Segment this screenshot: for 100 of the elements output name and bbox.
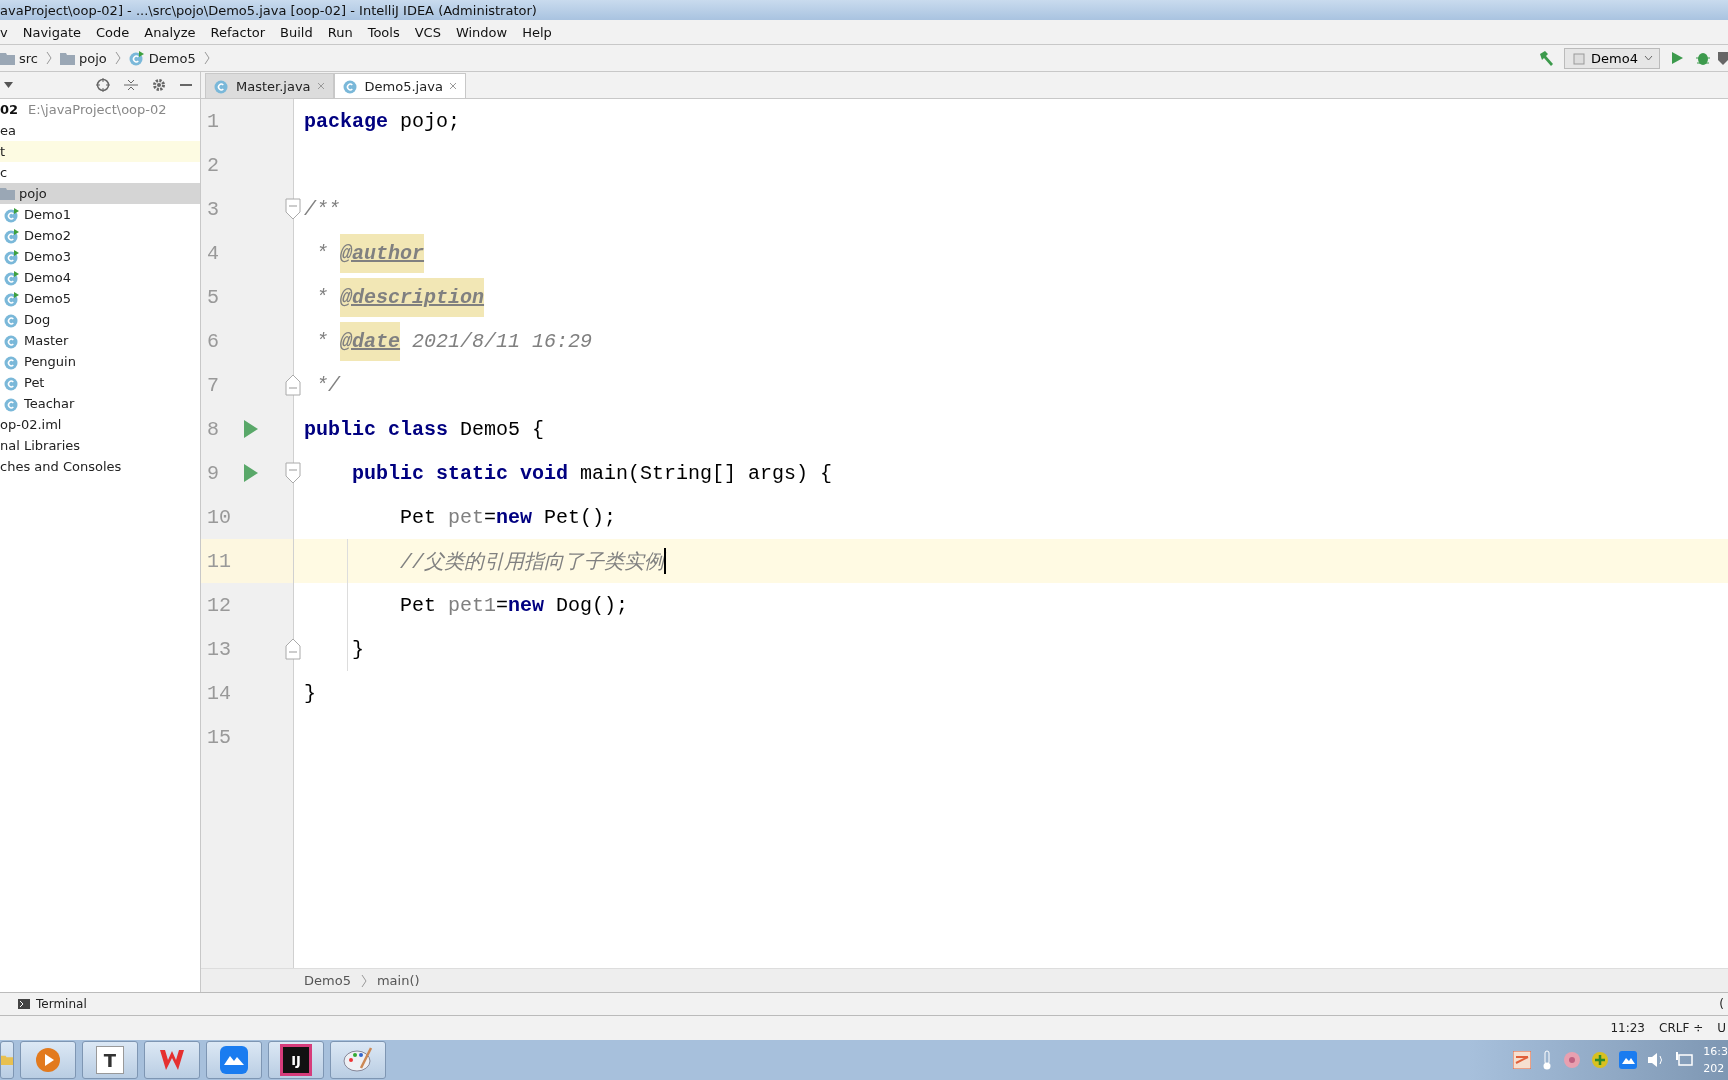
- tree-item[interactable]: pojo: [0, 183, 200, 204]
- chevron-icon: [114, 51, 121, 65]
- status-text: (: [1719, 997, 1724, 1011]
- tree-item[interactable]: c: [0, 162, 200, 183]
- taskbar-button[interactable]: T: [82, 1041, 138, 1079]
- taskbar-button[interactable]: IJ: [268, 1041, 324, 1079]
- tree-item[interactable]: Penguin: [0, 351, 200, 372]
- caret-icon[interactable]: [4, 82, 13, 88]
- run-icon[interactable]: [243, 419, 259, 439]
- code-text: }: [351, 637, 364, 661]
- breadcrumb[interactable]: src: [0, 50, 52, 66]
- collapse-icon[interactable]: [124, 78, 138, 92]
- code-text: pet1: [448, 593, 497, 617]
- flower-icon[interactable]: [1563, 1051, 1582, 1069]
- folder-icon: [60, 51, 75, 65]
- tree-item[interactable]: op-02.iml: [0, 414, 200, 435]
- tree-item[interactable]: Demo5: [0, 288, 200, 309]
- run-config-dropdown[interactable]: Demo4: [1564, 47, 1660, 69]
- close-icon[interactable]: [316, 82, 325, 90]
- line-number: 9: [206, 461, 220, 485]
- code-text: Pet();: [543, 505, 617, 529]
- plus-icon[interactable]: [1591, 1051, 1610, 1069]
- line-number: 2: [206, 153, 220, 177]
- clock-date: 202: [1703, 1061, 1726, 1077]
- comment-text: *: [315, 241, 329, 265]
- editor-tab[interactable]: Master.java: [205, 73, 334, 98]
- line-number: 11: [206, 549, 232, 573]
- fold-icon[interactable]: [285, 462, 301, 484]
- breadcrumb[interactable]: pojo: [60, 50, 121, 66]
- tree-item[interactable]: Master: [0, 330, 200, 351]
- folder-icon: [0, 187, 15, 200]
- breadcrumb[interactable]: main(): [376, 973, 420, 988]
- tree-item-label: Pet: [24, 375, 45, 390]
- editor-tab[interactable]: Demo5.java: [333, 73, 466, 98]
- status-item[interactable]: U: [1717, 1021, 1726, 1035]
- comment-text: *: [315, 329, 329, 353]
- chevron-icon: [360, 973, 367, 988]
- tree-item[interactable]: 02 E:\javaProject\oop-02: [0, 99, 200, 120]
- code-text: =: [496, 593, 509, 617]
- taskbar-button[interactable]: [0, 1041, 14, 1079]
- run-icon[interactable]: [1670, 51, 1684, 65]
- status-item[interactable]: 11:23: [1610, 1021, 1645, 1035]
- network-icon[interactable]: [1675, 1051, 1694, 1069]
- taskbar-button[interactable]: [20, 1041, 76, 1079]
- tree-item[interactable]: Dog: [0, 309, 200, 330]
- coverage-icon[interactable]: [1718, 50, 1728, 66]
- keyword: new: [496, 505, 533, 529]
- tree-item[interactable]: Demo4: [0, 267, 200, 288]
- tree-item[interactable]: ches and Consoles: [0, 456, 200, 477]
- doc-tag: @description: [340, 277, 485, 317]
- tree-item[interactable]: t: [0, 141, 200, 162]
- code-text: main(String[] args) {: [579, 461, 833, 485]
- app-icon[interactable]: [1513, 1051, 1532, 1069]
- settings-icon[interactable]: [152, 78, 166, 92]
- menu-item[interactable]: Refactor: [210, 24, 266, 40]
- menu-item[interactable]: Window: [455, 24, 508, 40]
- tree-item[interactable]: Teachar: [0, 393, 200, 414]
- runnable-class-icon: [4, 206, 20, 223]
- menu-item[interactable]: Navigate: [22, 24, 81, 40]
- close-icon[interactable]: [448, 82, 457, 90]
- runnable-class-icon: [128, 50, 145, 66]
- tree-item[interactable]: ea: [0, 120, 200, 141]
- debug-icon[interactable]: [1696, 50, 1710, 66]
- code-text: Dog();: [555, 593, 629, 617]
- taskbar-button[interactable]: [206, 1041, 262, 1079]
- breadcrumb-label: src: [19, 50, 38, 66]
- app-icon[interactable]: [1619, 1051, 1638, 1069]
- menu-item[interactable]: Analyze: [144, 24, 196, 40]
- tree-item[interactable]: nal Libraries: [0, 435, 200, 456]
- breadcrumb[interactable]: Demo5: [128, 50, 210, 66]
- hammer-icon[interactable]: [1538, 50, 1555, 66]
- menu-item[interactable]: Tools: [367, 24, 400, 40]
- tree-item[interactable]: Demo3: [0, 246, 200, 267]
- menu-item[interactable]: Code: [96, 24, 130, 40]
- tree-item[interactable]: Pet: [0, 372, 200, 393]
- menu-item[interactable]: v: [0, 24, 8, 40]
- fold-icon[interactable]: [285, 638, 301, 660]
- caret-icon: [1644, 55, 1653, 61]
- menu-item[interactable]: Run: [327, 24, 353, 40]
- tree-item-label: Dog: [24, 312, 51, 327]
- fold-icon[interactable]: [285, 374, 301, 396]
- taskbar-button[interactable]: [330, 1041, 386, 1079]
- terminal-tab[interactable]: Terminal: [36, 997, 87, 1011]
- terminal-icon[interactable]: [18, 999, 30, 1009]
- menu-item[interactable]: VCS: [414, 24, 441, 40]
- fold-icon[interactable]: [285, 198, 301, 220]
- locate-icon[interactable]: [96, 78, 110, 92]
- breadcrumb[interactable]: Demo5: [304, 973, 351, 988]
- app-icon: T: [96, 1046, 124, 1074]
- menu-item[interactable]: Build: [280, 24, 313, 40]
- taskbar-button[interactable]: [144, 1041, 200, 1079]
- line-number: 6: [206, 329, 220, 353]
- line-number: 3: [206, 197, 220, 221]
- menu-item[interactable]: Help: [522, 24, 552, 40]
- tree-item[interactable]: Demo2: [0, 225, 200, 246]
- tree-item[interactable]: Demo1: [0, 204, 200, 225]
- keyword: public class: [304, 417, 449, 441]
- status-item[interactable]: CRLF ÷: [1659, 1021, 1704, 1035]
- run-icon[interactable]: [243, 463, 259, 483]
- keyword: package: [304, 109, 388, 133]
